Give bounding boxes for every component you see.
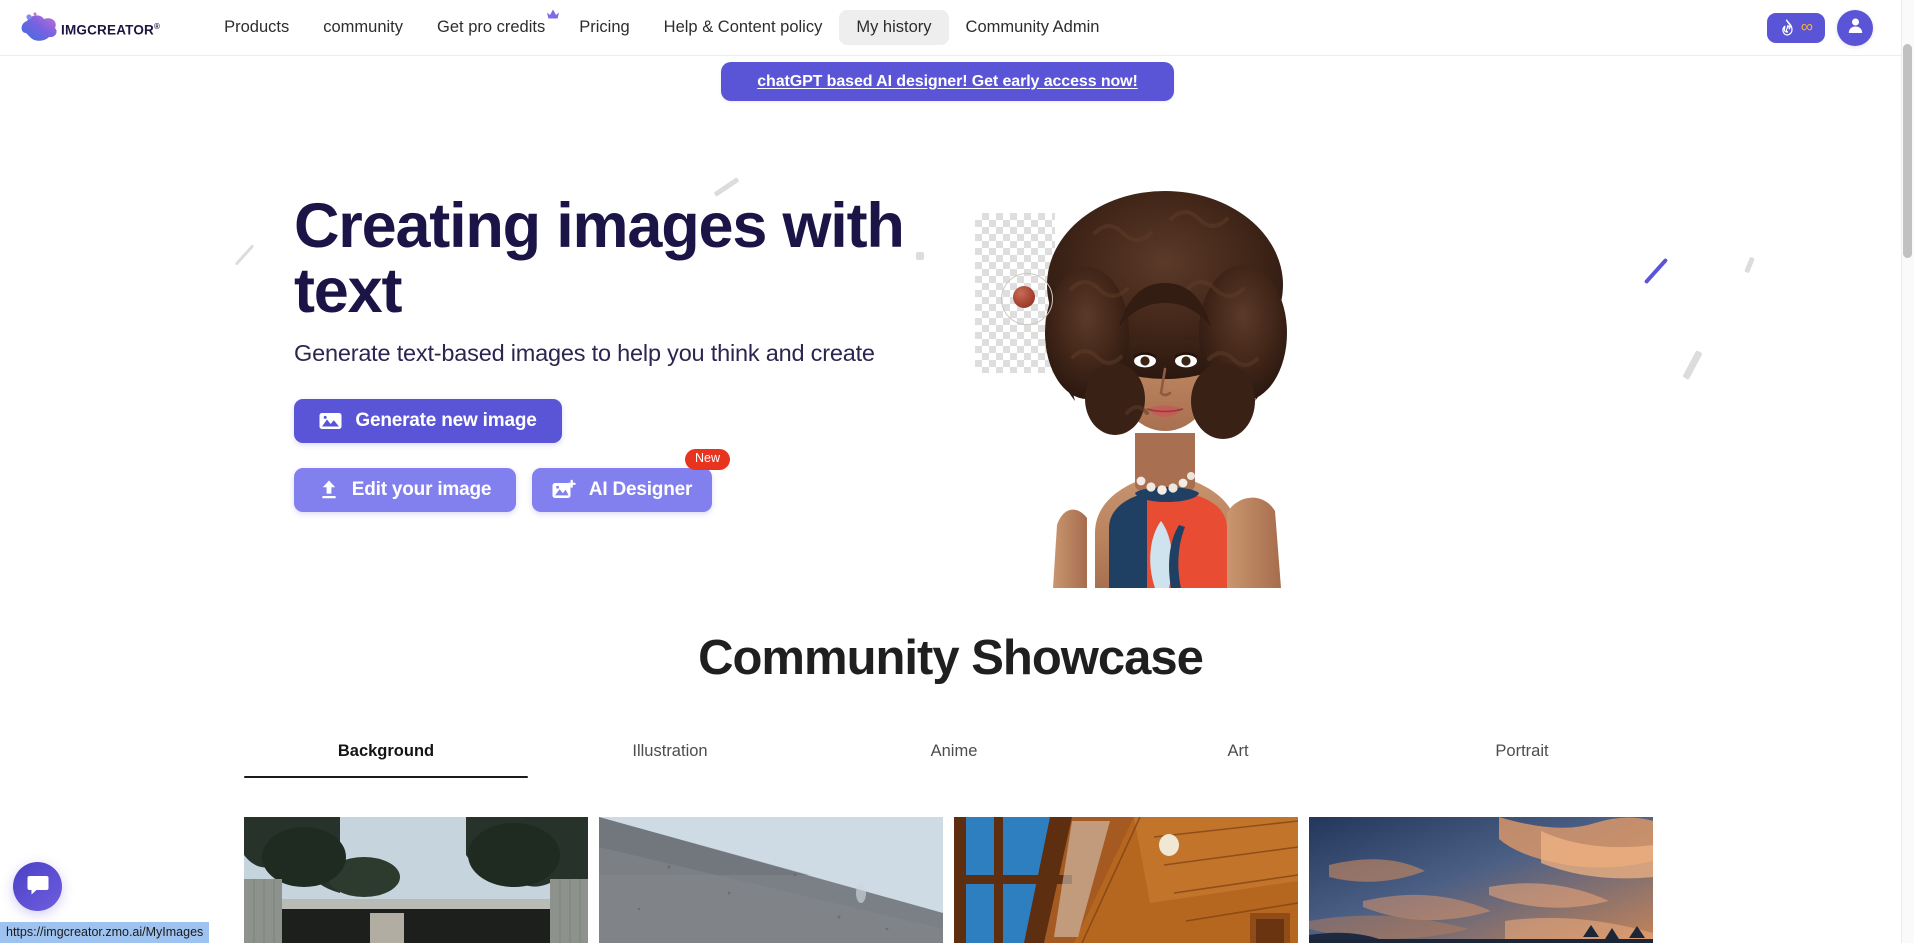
credits-value: ∞: [1800, 17, 1813, 36]
promo-banner-text: chatGPT based AI designer! Get early acc…: [757, 72, 1138, 90]
image-plus-icon: [552, 479, 576, 500]
status-badge-new: New: [684, 448, 730, 470]
hero-section: Creating images with text Generate text-…: [0, 101, 1901, 588]
tab-background-label: Background: [337, 742, 435, 760]
generate-new-image-label: Generate new image: [355, 409, 537, 431]
nav-item-help-content-policy[interactable]: Help & Content policy: [647, 10, 840, 46]
showcase-tabs: Background Illustration Anime Art Portra…: [244, 742, 1664, 778]
flame-icon: [1779, 19, 1794, 36]
page-title: Creating images with text: [294, 191, 905, 326]
gallery-item-2[interactable]: [599, 817, 943, 943]
ai-designer-label: AI Designer: [588, 478, 693, 500]
nav-links: Products community Get pro credits Prici…: [207, 7, 1117, 46]
status-bar-url: https://imgcreator.zmo.ai/MyImages: [0, 922, 210, 943]
top-navbar: IMGCREATOR® Products community Get pro c…: [0, 0, 1901, 56]
tab-portrait-label: Portrait: [1495, 742, 1549, 760]
hero-portrait-image: [975, 113, 1355, 588]
vertical-scrollbar-track[interactable]: [1901, 0, 1914, 943]
showcase-title: Community Showcase: [698, 631, 1204, 685]
decoration-stroke-purple: [1643, 257, 1669, 285]
hero-subtitle: Generate text-based images to help you t…: [294, 339, 875, 366]
decoration-square-mid: [916, 252, 924, 260]
status-bar-url-text: https://imgcreator.zmo.ai/MyImages: [6, 925, 204, 939]
hero-buttons: Generate new image Edit your image New A…: [294, 398, 974, 512]
user-icon: [1846, 16, 1865, 40]
nav-item-community-admin-label: Community Admin: [965, 17, 1100, 36]
hero-copy: Creating images with text Generate text-…: [294, 194, 974, 512]
credits-pill-button[interactable]: ∞: [1766, 12, 1825, 43]
ai-designer-button[interactable]: AI Designer: [532, 467, 712, 512]
brand-name: IMGCREATOR®: [61, 21, 161, 38]
nav-item-my-history-label: My history: [856, 17, 932, 36]
page-root: IMGCREATOR® Products community Get pro c…: [0, 0, 1914, 943]
ai-designer-button-wrap: New AI Designer: [532, 448, 730, 512]
chat-bubble-icon: [27, 874, 49, 900]
avatar[interactable]: [1837, 9, 1873, 46]
tab-anime-label: Anime: [930, 742, 978, 760]
edit-your-image-button[interactable]: Edit your image: [294, 467, 516, 512]
imgcreator-blob-logo-icon: [18, 11, 64, 45]
showcase-gallery: [244, 817, 1653, 943]
nav-item-my-history[interactable]: My history: [839, 9, 949, 46]
brand-logo[interactable]: IMGCREATOR®: [18, 11, 160, 45]
nav-item-pricing[interactable]: Pricing: [562, 10, 646, 46]
gallery-item-3[interactable]: [954, 817, 1298, 943]
nav-item-community[interactable]: community: [306, 10, 420, 46]
nav-item-community-label: community: [323, 17, 404, 36]
image-icon: [319, 411, 342, 431]
nav-item-products[interactable]: Products: [207, 10, 306, 46]
vertical-scrollbar-thumb[interactable]: [1903, 44, 1912, 258]
generate-new-image-button[interactable]: Generate new image: [294, 398, 562, 443]
tab-art-label: Art: [1227, 742, 1249, 760]
decoration-stroke-right-top: [1744, 256, 1755, 274]
crown-icon: [546, 7, 560, 20]
decoration-stroke-left: [234, 244, 255, 266]
nav-item-pricing-label: Pricing: [579, 17, 630, 36]
nav-item-get-pro-credits[interactable]: Get pro credits: [420, 7, 562, 46]
tab-art[interactable]: Art: [1096, 742, 1380, 778]
tab-background[interactable]: Background: [244, 742, 528, 778]
gallery-item-1[interactable]: [244, 817, 588, 943]
nav-item-products-label: Products: [224, 17, 290, 36]
decoration-stroke-right-bottom: [1682, 350, 1703, 380]
tab-illustration-label: Illustration: [632, 742, 708, 760]
navbar-right-group: ∞: [1766, 9, 1873, 46]
gallery-item-4[interactable]: [1309, 817, 1653, 943]
chat-widget-button[interactable]: [13, 862, 62, 911]
nav-item-get-pro-credits-label: Get pro credits: [437, 17, 546, 36]
edit-your-image-label: Edit your image: [351, 478, 492, 500]
hero-secondary-buttons: Edit your image New AI Designer: [294, 448, 974, 512]
promo-banner[interactable]: chatGPT based AI designer! Get early acc…: [721, 62, 1174, 101]
nav-item-help-content-policy-label: Help & Content policy: [663, 17, 823, 36]
upload-icon: [319, 479, 339, 500]
tab-portrait[interactable]: Portrait: [1380, 742, 1664, 778]
blemish-marker-dot: [1013, 286, 1035, 308]
tab-illustration[interactable]: Illustration: [528, 742, 812, 778]
tab-anime[interactable]: Anime: [812, 742, 1096, 778]
nav-item-community-admin[interactable]: Community Admin: [949, 10, 1117, 46]
